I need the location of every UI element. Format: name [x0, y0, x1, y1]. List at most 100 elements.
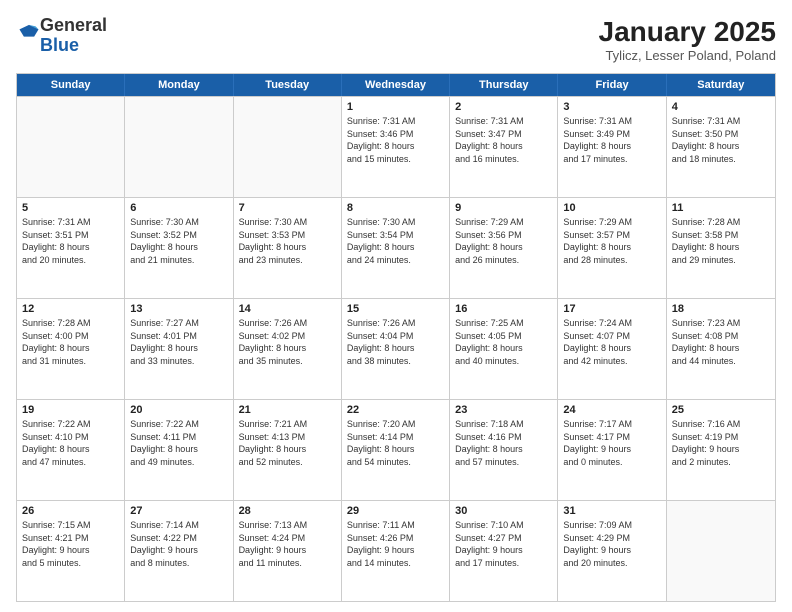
cal-cell-3-6: 25Sunrise: 7:16 AM Sunset: 4:19 PM Dayli…: [667, 400, 775, 500]
cal-cell-3-4: 23 Sunrise: 7:18 AM Sunset: 4:16 PM Dayli…: [450, 400, 558, 500]
day-number-20: 20: [130, 404, 227, 416]
location-text: Tylicz, Lesser Poland, Poland: [599, 48, 776, 63]
cal-row-2: 12 Sunrise: 7:28 AM Sunset: 4:00 PM Dayli…: [17, 298, 775, 399]
day-number-28: 28: [239, 505, 336, 517]
header-wednesday: Wednesday: [342, 74, 450, 96]
cal-cell-1-1: 6 Sunrise: 7:30 AM Sunset: 3:52 PM Daylig…: [125, 198, 233, 298]
cell-info-17: Sunrise: 7:24 AM Sunset: 4:07 PM Dayligh…: [563, 317, 660, 367]
cell-info-6: Sunrise: 7:30 AM Sunset: 3:52 PM Dayligh…: [130, 216, 227, 266]
cal-cell-3-0: 19 Sunrise: 7:22 AM Sunset: 4:10 PM Dayli…: [17, 400, 125, 500]
day-number-16: 16: [455, 303, 552, 315]
cal-cell-2-1: 13Sunrise: 7:27 AM Sunset: 4:01 PM Dayli…: [125, 299, 233, 399]
cell-info-13: Sunrise: 7:27 AM Sunset: 4:01 PM Dayligh…: [130, 317, 227, 367]
cal-cell-1-3: 8Sunrise: 7:30 AM Sunset: 3:54 PM Daylig…: [342, 198, 450, 298]
logo: General Blue: [16, 16, 107, 56]
cell-info-12: Sunrise: 7:28 AM Sunset: 4:00 PM Dayligh…: [22, 317, 119, 367]
day-number-26: 26: [22, 505, 119, 517]
cal-cell-3-3: 22 Sunrise: 7:20 AM Sunset: 4:14 PM Dayli…: [342, 400, 450, 500]
title-block: January 2025 Tylicz, Lesser Poland, Pola…: [599, 16, 776, 63]
day-number-10: 10: [563, 202, 660, 214]
cal-cell-4-6: [667, 501, 775, 601]
day-number-17: 17: [563, 303, 660, 315]
cell-info-3: Sunrise: 7:31 AM Sunset: 3:49 PM Dayligh…: [563, 115, 660, 165]
cal-cell-1-2: 7 Sunrise: 7:30 AM Sunset: 3:53 PM Daylig…: [234, 198, 342, 298]
cal-cell-0-6: 4 Sunrise: 7:31 AM Sunset: 3:50 PM Daylig…: [667, 97, 775, 197]
cal-cell-0-5: 3 Sunrise: 7:31 AM Sunset: 3:49 PM Daylig…: [558, 97, 666, 197]
logo-icon: [18, 22, 40, 44]
cell-info-15: Sunrise: 7:26 AM Sunset: 4:04 PM Dayligh…: [347, 317, 444, 367]
cal-row-3: 19 Sunrise: 7:22 AM Sunset: 4:10 PM Dayli…: [17, 399, 775, 500]
cal-cell-0-2: [234, 97, 342, 197]
page: General Blue January 2025 Tylicz, Lesser…: [0, 0, 792, 612]
cell-info-4: Sunrise: 7:31 AM Sunset: 3:50 PM Dayligh…: [672, 115, 770, 165]
logo-general-text: General: [40, 15, 107, 35]
cell-info-30: Sunrise: 7:10 AM Sunset: 4:27 PM Dayligh…: [455, 519, 552, 569]
header-sunday: Sunday: [17, 74, 125, 96]
cell-info-26: Sunrise: 7:15 AM Sunset: 4:21 PM Dayligh…: [22, 519, 119, 569]
header-friday: Friday: [558, 74, 666, 96]
cell-info-21: Sunrise: 7:21 AM Sunset: 4:13 PM Dayligh…: [239, 418, 336, 468]
day-number-4: 4: [672, 101, 770, 113]
day-number-1: 1: [347, 101, 444, 113]
cal-cell-0-4: 2Sunrise: 7:31 AM Sunset: 3:47 PM Daylig…: [450, 97, 558, 197]
cal-cell-4-5: 31 Sunrise: 7:09 AM Sunset: 4:29 PM Dayli…: [558, 501, 666, 601]
day-number-3: 3: [563, 101, 660, 113]
day-number-31: 31: [563, 505, 660, 517]
header-thursday: Thursday: [450, 74, 558, 96]
cal-cell-4-1: 27Sunrise: 7:14 AM Sunset: 4:22 PM Dayli…: [125, 501, 233, 601]
header-tuesday: Tuesday: [234, 74, 342, 96]
cal-cell-2-6: 18 Sunrise: 7:23 AM Sunset: 4:08 PM Dayli…: [667, 299, 775, 399]
cell-info-29: Sunrise: 7:11 AM Sunset: 4:26 PM Dayligh…: [347, 519, 444, 569]
cal-cell-1-0: 5Sunrise: 7:31 AM Sunset: 3:51 PM Daylig…: [17, 198, 125, 298]
cell-info-18: Sunrise: 7:23 AM Sunset: 4:08 PM Dayligh…: [672, 317, 770, 367]
calendar-header: Sunday Monday Tuesday Wednesday Thursday…: [17, 74, 775, 96]
cell-info-20: Sunrise: 7:22 AM Sunset: 4:11 PM Dayligh…: [130, 418, 227, 468]
cell-info-16: Sunrise: 7:25 AM Sunset: 4:05 PM Dayligh…: [455, 317, 552, 367]
cell-info-27: Sunrise: 7:14 AM Sunset: 4:22 PM Dayligh…: [130, 519, 227, 569]
cal-cell-0-3: 1Sunrise: 7:31 AM Sunset: 3:46 PM Daylig…: [342, 97, 450, 197]
day-number-30: 30: [455, 505, 552, 517]
cell-info-24: Sunrise: 7:17 AM Sunset: 4:17 PM Dayligh…: [563, 418, 660, 468]
cal-row-1: 5Sunrise: 7:31 AM Sunset: 3:51 PM Daylig…: [17, 197, 775, 298]
cell-info-19: Sunrise: 7:22 AM Sunset: 4:10 PM Dayligh…: [22, 418, 119, 468]
cal-cell-2-4: 16 Sunrise: 7:25 AM Sunset: 4:05 PM Dayli…: [450, 299, 558, 399]
cell-info-22: Sunrise: 7:20 AM Sunset: 4:14 PM Dayligh…: [347, 418, 444, 468]
cell-info-5: Sunrise: 7:31 AM Sunset: 3:51 PM Dayligh…: [22, 216, 119, 266]
cal-cell-1-6: 11Sunrise: 7:28 AM Sunset: 3:58 PM Dayli…: [667, 198, 775, 298]
day-number-12: 12: [22, 303, 119, 315]
cell-info-10: Sunrise: 7:29 AM Sunset: 3:57 PM Dayligh…: [563, 216, 660, 266]
header-saturday: Saturday: [667, 74, 775, 96]
cell-info-14: Sunrise: 7:26 AM Sunset: 4:02 PM Dayligh…: [239, 317, 336, 367]
cal-cell-1-4: 9Sunrise: 7:29 AM Sunset: 3:56 PM Daylig…: [450, 198, 558, 298]
day-number-15: 15: [347, 303, 444, 315]
logo-blue-text: Blue: [40, 35, 79, 55]
cell-info-9: Sunrise: 7:29 AM Sunset: 3:56 PM Dayligh…: [455, 216, 552, 266]
day-number-18: 18: [672, 303, 770, 315]
day-number-14: 14: [239, 303, 336, 315]
day-number-29: 29: [347, 505, 444, 517]
day-number-11: 11: [672, 202, 770, 214]
cell-info-7: Sunrise: 7:30 AM Sunset: 3:53 PM Dayligh…: [239, 216, 336, 266]
cal-row-0: 1Sunrise: 7:31 AM Sunset: 3:46 PM Daylig…: [17, 96, 775, 197]
day-number-7: 7: [239, 202, 336, 214]
cal-cell-0-0: [17, 97, 125, 197]
day-number-8: 8: [347, 202, 444, 214]
cell-info-28: Sunrise: 7:13 AM Sunset: 4:24 PM Dayligh…: [239, 519, 336, 569]
day-number-23: 23: [455, 404, 552, 416]
cell-info-23: Sunrise: 7:18 AM Sunset: 4:16 PM Dayligh…: [455, 418, 552, 468]
cal-cell-4-0: 26 Sunrise: 7:15 AM Sunset: 4:21 PM Dayli…: [17, 501, 125, 601]
cell-info-31: Sunrise: 7:09 AM Sunset: 4:29 PM Dayligh…: [563, 519, 660, 569]
cal-cell-3-1: 20 Sunrise: 7:22 AM Sunset: 4:11 PM Dayli…: [125, 400, 233, 500]
month-title: January 2025: [599, 16, 776, 48]
day-number-6: 6: [130, 202, 227, 214]
cal-cell-0-1: [125, 97, 233, 197]
cal-row-4: 26 Sunrise: 7:15 AM Sunset: 4:21 PM Dayli…: [17, 500, 775, 601]
day-number-24: 24: [563, 404, 660, 416]
calendar: Sunday Monday Tuesday Wednesday Thursday…: [16, 73, 776, 602]
day-number-19: 19: [22, 404, 119, 416]
cal-cell-4-3: 29 Sunrise: 7:11 AM Sunset: 4:26 PM Dayli…: [342, 501, 450, 601]
cal-cell-2-2: 14 Sunrise: 7:26 AM Sunset: 4:02 PM Dayli…: [234, 299, 342, 399]
day-number-22: 22: [347, 404, 444, 416]
header: General Blue January 2025 Tylicz, Lesser…: [16, 16, 776, 63]
cell-info-25: Sunrise: 7:16 AM Sunset: 4:19 PM Dayligh…: [672, 418, 770, 468]
